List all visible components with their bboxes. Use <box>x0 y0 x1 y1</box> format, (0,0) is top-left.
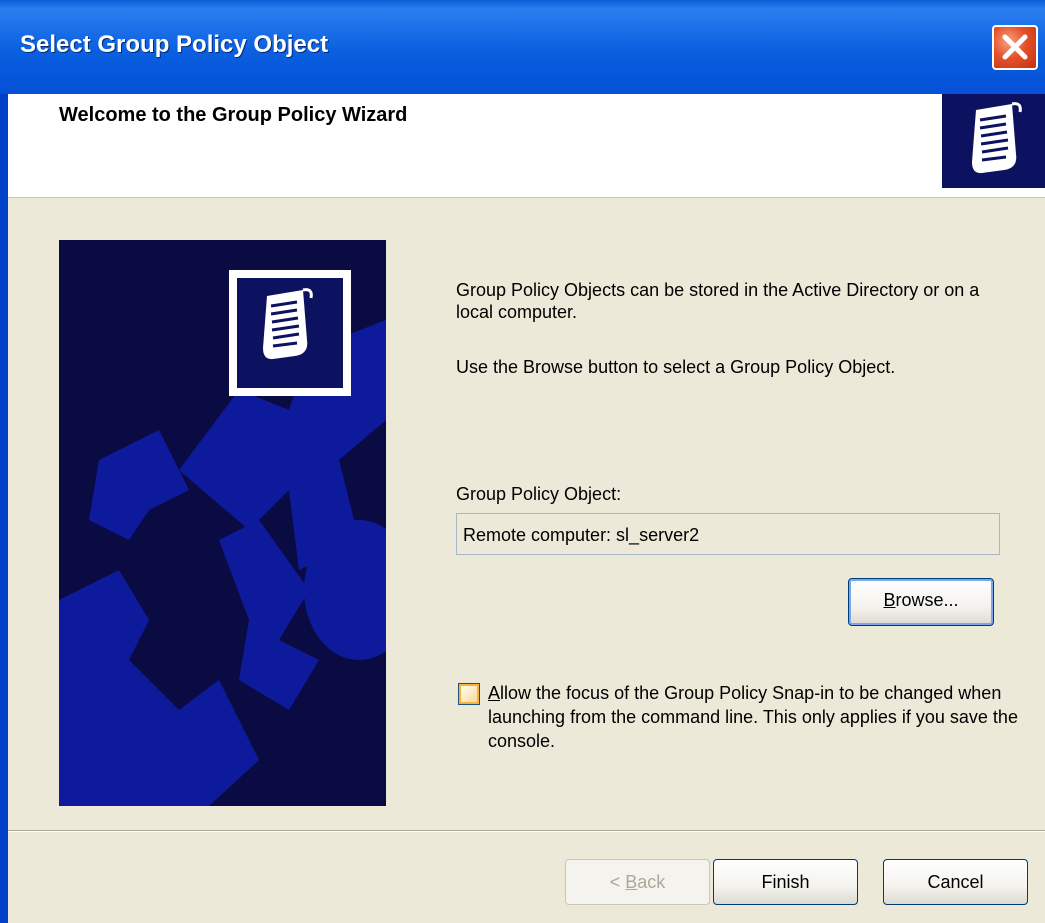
wizard-side-art <box>59 240 386 806</box>
checkbox-label-text: llow the focus of the Group Policy Snap-… <box>488 683 1018 751</box>
gpo-field[interactable]: Remote computer: sl_server2 <box>456 513 1000 555</box>
back-label: ack <box>637 872 666 892</box>
allow-focus-change-checkbox[interactable] <box>458 683 480 705</box>
back-prefix: < <box>609 872 626 892</box>
browse-button[interactable]: Browse... <box>848 578 994 626</box>
title-bar[interactable]: Select Group Policy Object <box>0 0 1045 94</box>
back-accel: B <box>625 872 638 892</box>
policy-scroll-icon <box>942 94 1045 188</box>
wizard-heading: Welcome to the Group Policy Wizard <box>59 104 408 126</box>
intro-text: Group Policy Objects can be stored in th… <box>456 280 980 322</box>
allow-focus-change-label[interactable]: Allow the focus of the Group Policy Snap… <box>488 681 1028 753</box>
cancel-button[interactable]: Cancel <box>883 859 1028 905</box>
browse-accel: B <box>883 590 896 610</box>
finish-button[interactable]: Finish <box>713 859 858 905</box>
browse-label: rowse... <box>895 590 959 610</box>
gpo-field-label: Group Policy Object: <box>456 484 622 504</box>
checkbox-accel: A <box>488 683 501 703</box>
footer-divider <box>8 830 1045 832</box>
window-title: Select Group Policy Object <box>20 31 329 58</box>
window-frame-left <box>0 0 8 923</box>
back-button[interactable]: < Back <box>565 859 710 905</box>
close-button[interactable] <box>992 25 1038 70</box>
close-icon <box>1002 34 1028 60</box>
browse-instruction-text: Use the Browse button to select a Group … <box>456 357 896 377</box>
